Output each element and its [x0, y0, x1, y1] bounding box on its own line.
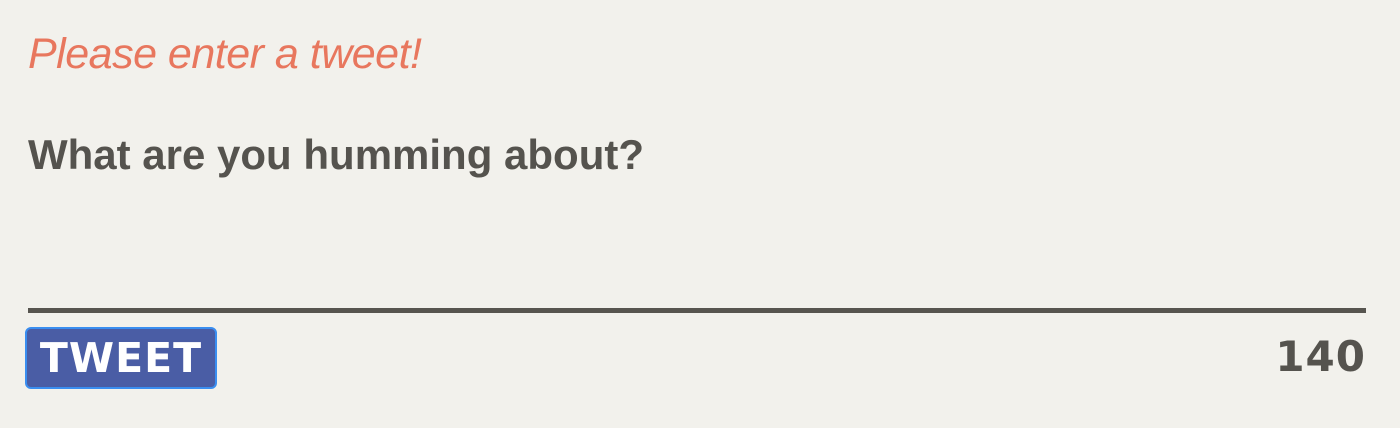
- error-message: Please enter a tweet!: [28, 30, 422, 78]
- composer-divider: [28, 308, 1366, 313]
- tweet-button[interactable]: TWEET: [25, 327, 217, 389]
- character-counter: 140: [1275, 332, 1366, 381]
- tweet-input[interactable]: [28, 120, 1366, 306]
